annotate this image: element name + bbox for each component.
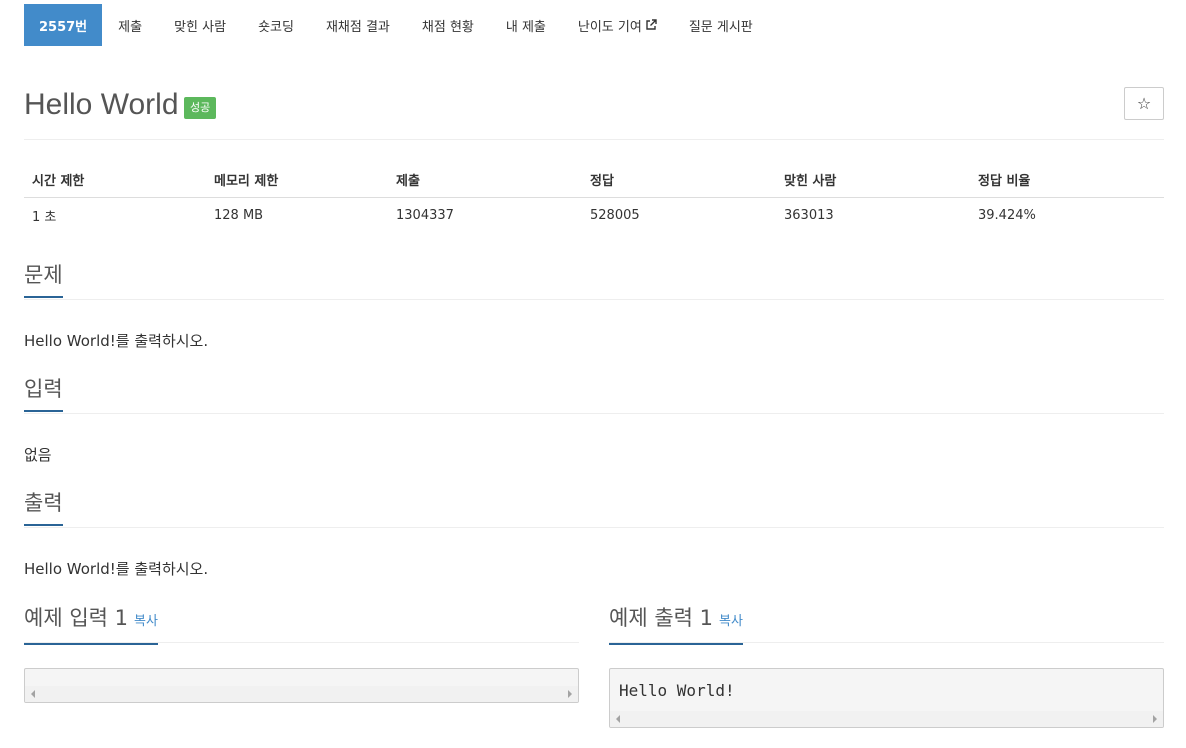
copy-sample-output-link[interactable]: 복사 bbox=[719, 614, 743, 629]
input-section-title: 입력 bbox=[24, 376, 63, 412]
nav-submit[interactable]: 제출 bbox=[102, 4, 158, 46]
sample-input-title-wrap: 예제 입력 1 복사 bbox=[24, 605, 158, 645]
cell-solved-users: 363013 bbox=[784, 208, 834, 224]
scroll-left-arrow-icon[interactable] bbox=[31, 690, 35, 698]
input-description: 없음 bbox=[24, 446, 52, 464]
sample-output-box[interactable]: Hello World! bbox=[609, 668, 1164, 728]
sample-input-scrollbar[interactable] bbox=[25, 686, 578, 702]
sample-output-title-wrap: 예제 출력 1 복사 bbox=[609, 605, 743, 645]
header-accept-ratio: 정답 비율 bbox=[970, 162, 1164, 198]
copy-sample-input-link[interactable]: 복사 bbox=[134, 614, 158, 629]
nav-rejudge-results[interactable]: 재채점 결과 bbox=[310, 4, 406, 46]
nav-difficulty-contribution[interactable]: 난이도 기여 bbox=[562, 4, 673, 46]
cell-memory-limit: 128 MB bbox=[214, 208, 264, 224]
favorite-star-button[interactable]: ☆ bbox=[1124, 87, 1164, 120]
problem-section-title: 문제 bbox=[24, 262, 63, 298]
nav-short-coding[interactable]: 숏코딩 bbox=[242, 4, 310, 46]
output-section-header: 출력 bbox=[24, 490, 1164, 528]
cell-accepted: 528005 bbox=[590, 208, 640, 224]
sample-input-box[interactable] bbox=[24, 668, 579, 703]
cell-accept-ratio: 39.424% bbox=[978, 208, 1036, 224]
cell-submissions: 1304337 bbox=[396, 208, 454, 224]
header-solved-users: 맞힌 사람 bbox=[776, 162, 970, 198]
status-badge: 성공 bbox=[184, 97, 217, 119]
sample-output-title: 예제 출력 1 bbox=[609, 606, 713, 630]
table-row: 1 초 128 MB 1304337 528005 363013 39.424% bbox=[24, 198, 1164, 234]
output-section-title: 출력 bbox=[24, 490, 63, 526]
nav-judge-status[interactable]: 채점 현황 bbox=[406, 4, 490, 46]
nav-problem-number[interactable]: 2557번 bbox=[24, 4, 103, 46]
header-accepted: 정답 bbox=[582, 162, 776, 198]
sample-input-header: 예제 입력 1 복사 bbox=[24, 605, 579, 645]
nav-difficulty-label: 난이도 기여 bbox=[577, 19, 642, 35]
problem-title-row: Hello World 성공 ☆ bbox=[24, 86, 1164, 140]
problem-description: Hello World!를 출력하시오. bbox=[24, 332, 209, 350]
nav-solved-users[interactable]: 맞힌 사람 bbox=[158, 4, 242, 46]
cell-time-limit: 1 초 bbox=[32, 210, 57, 226]
input-section-header: 입력 bbox=[24, 376, 1164, 414]
header-time-limit: 시간 제한 bbox=[24, 162, 206, 198]
header-submissions: 제출 bbox=[388, 162, 582, 198]
nav-my-submissions[interactable]: 내 제출 bbox=[490, 4, 562, 46]
header-memory-limit: 메모리 제한 bbox=[206, 162, 388, 198]
sample-output-text: Hello World! bbox=[619, 681, 735, 700]
problem-title: Hello World bbox=[24, 88, 179, 121]
sample-output-scrollbar[interactable] bbox=[610, 711, 1163, 727]
problem-menu: 2557번 제출 맞힌 사람 숏코딩 재채점 결과 채점 현황 내 제출 난이도… bbox=[24, 4, 769, 46]
scroll-right-arrow-icon[interactable] bbox=[568, 690, 572, 698]
problem-info-table: 시간 제한 메모리 제한 제출 정답 맞힌 사람 정답 비율 1 초 128 M… bbox=[24, 162, 1164, 234]
sample-input-title: 예제 입력 1 bbox=[24, 606, 128, 630]
problem-section-header: 문제 bbox=[24, 262, 1164, 300]
external-link-icon bbox=[646, 19, 657, 30]
scroll-left-arrow-icon[interactable] bbox=[616, 715, 620, 723]
nav-question-board[interactable]: 질문 게시판 bbox=[673, 4, 769, 46]
sample-input-text bbox=[25, 669, 578, 687]
star-icon: ☆ bbox=[1136, 94, 1152, 113]
sample-output-header: 예제 출력 1 복사 bbox=[609, 605, 1164, 645]
output-description: Hello World!를 출력하시오. bbox=[24, 560, 209, 578]
table-header-row: 시간 제한 메모리 제한 제출 정답 맞힌 사람 정답 비율 bbox=[24, 162, 1164, 198]
scroll-right-arrow-icon[interactable] bbox=[1153, 715, 1157, 723]
